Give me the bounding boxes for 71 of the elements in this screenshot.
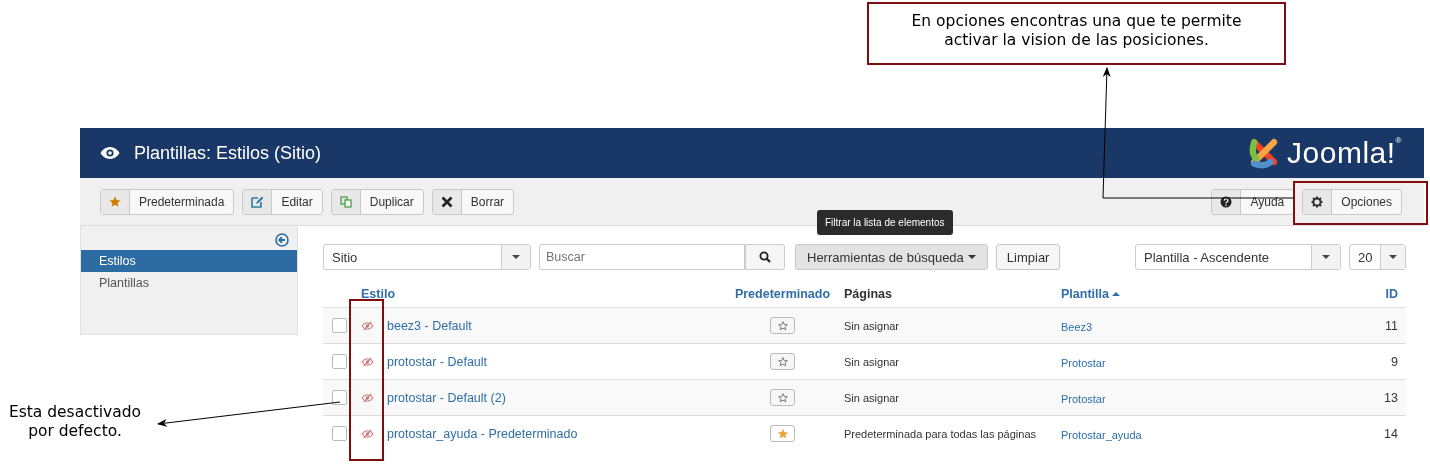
eye-slash-icon (361, 320, 374, 331)
style-link[interactable]: protostar - Default (2) (381, 390, 506, 405)
star-icon (777, 320, 788, 331)
column-header: Páginas (844, 287, 892, 301)
tooltip: Filtrar la lista de elementos (817, 210, 953, 235)
default-toggle[interactable] (770, 425, 795, 442)
eye-slash-icon (361, 428, 374, 439)
caret-icon (512, 255, 520, 259)
limit-select[interactable]: 20 (1349, 244, 1406, 270)
search-icon (759, 251, 771, 263)
column-header-link[interactable]: Plantilla (1061, 287, 1120, 301)
eye-slash-icon (361, 392, 374, 403)
template-link[interactable]: Protostar_ayuda (1061, 428, 1142, 441)
copy-icon (339, 195, 352, 208)
table-cell-text: Sin asignar (843, 355, 901, 368)
toolbar-button[interactable]: Opciones (1302, 188, 1402, 215)
table-cell-text: 14 (1383, 426, 1399, 441)
caret-icon (967, 255, 976, 259)
toolbar-button[interactable]: Predeterminada (100, 188, 235, 215)
toolbar-button[interactable]: Ayuda (1211, 188, 1295, 215)
table-cell-text: 9 (1390, 354, 1399, 369)
template-link[interactable]: Beez3 (1061, 320, 1093, 333)
star-icon (777, 356, 788, 367)
style-link[interactable]: beez3 - Default (381, 318, 472, 333)
template-link[interactable]: Protostar (1061, 392, 1106, 405)
table-cell-text: 13 (1383, 390, 1399, 405)
page-title: Plantillas: Estilos (Sitio) (134, 142, 322, 164)
sort-select[interactable]: Plantilla - Ascendente (1135, 244, 1341, 270)
table-cell-text: 11 (1384, 318, 1399, 333)
default-toggle[interactable] (770, 317, 795, 334)
search-button[interactable] (745, 244, 785, 270)
style-link[interactable]: protostar - Default (381, 354, 488, 369)
clear-button[interactable]: Limpiar (995, 244, 1061, 270)
table-cell-text: Predeterminada para todas las páginas (843, 427, 1037, 440)
close-icon (440, 195, 453, 208)
help-icon (1220, 195, 1233, 208)
callout-box: En opciones encontras una que te permite activar la vision de las posiciones. (867, 2, 1286, 65)
sort-caret-icon (1111, 292, 1120, 296)
eye-icon (100, 146, 120, 160)
row-checkbox[interactable] (332, 318, 347, 333)
default-toggle[interactable] (770, 389, 795, 406)
toolbar-button[interactable]: Borrar (431, 188, 515, 215)
default-toggle[interactable] (770, 353, 795, 370)
sidebar-item[interactable]: Estilos (81, 250, 297, 272)
sidebar-item[interactable]: Plantillas (81, 272, 297, 294)
callout-text: Esta desactivado por defecto. (7, 403, 143, 441)
caret-icon (1322, 255, 1330, 259)
row-checkbox[interactable] (332, 354, 347, 369)
star-icon (777, 392, 788, 403)
column-header-link[interactable]: Estilo (361, 287, 396, 301)
toolbar-button[interactable]: Duplicar (330, 188, 424, 215)
column-header-link[interactable]: ID (1385, 287, 1398, 301)
star-icon (777, 428, 788, 439)
settings-icon (1311, 195, 1324, 208)
toolbar-button[interactable]: Editar (242, 188, 323, 215)
edit-icon (251, 195, 264, 208)
collapse-icon[interactable] (275, 233, 289, 247)
caret-icon (1389, 255, 1398, 259)
table-cell-text: Sin asignar (843, 391, 901, 404)
logo-text: Joomla!$^{®}$ (1287, 136, 1402, 170)
column-header-link[interactable]: Predeterminado (734, 287, 831, 301)
table-cell-text: Sin asignar (843, 319, 901, 332)
row-checkbox[interactable] (332, 390, 347, 405)
style-link[interactable]: protostar_ayuda - Predeterminado (381, 426, 578, 441)
search-tools-button[interactable]: Herramientas de búsqueda (795, 244, 988, 270)
row-checkbox[interactable] (332, 426, 347, 441)
client-select[interactable]: Sitio (323, 244, 531, 270)
search-field[interactable]: Buscar (539, 244, 745, 270)
eye-slash-icon (361, 356, 374, 367)
template-link[interactable]: Protostar (1061, 356, 1106, 369)
star-icon (109, 195, 121, 208)
